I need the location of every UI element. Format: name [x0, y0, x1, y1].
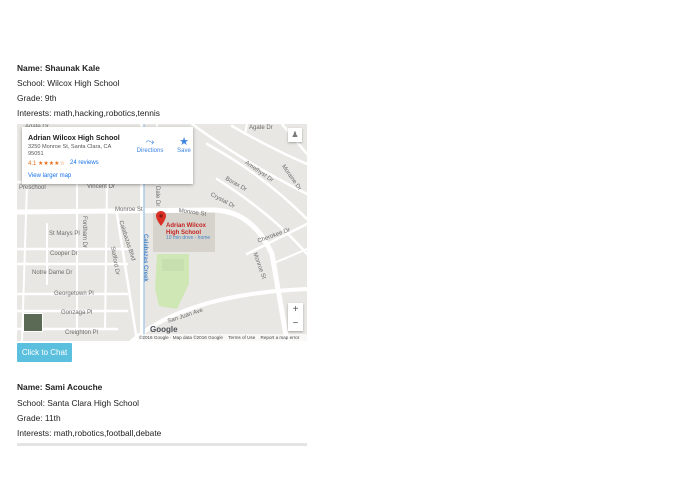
- directions-icon: ⤳: [145, 136, 155, 148]
- road-label: St Marys Pl: [49, 231, 80, 237]
- student-1-name: Name: Shaunak Kale: [17, 63, 100, 74]
- road-label: Dale Dr: [154, 186, 160, 207]
- click-to-chat-button[interactable]: Click to Chat: [17, 343, 72, 362]
- road-label: Creighton Pl: [65, 330, 99, 336]
- marker-label-line: Adrian Wilcox: [166, 223, 206, 229]
- save-button[interactable]: ★ Save: [169, 136, 199, 154]
- creek-label: Calabazas Creek: [142, 234, 148, 282]
- star-icon: ★★★★☆: [38, 161, 65, 167]
- road-label: Notre Dame Dr: [32, 270, 73, 276]
- road-label: Gonzaga Pl: [61, 310, 93, 316]
- student-name: Sami Acouche: [44, 382, 103, 392]
- embedded-map[interactable]: Agate Dr Agate Dr Amethyst Dr Borax Dr C…: [17, 124, 307, 341]
- name-label: Name:: [17, 63, 43, 73]
- student-1-interests: Interests: math,hacking,robotics,tennis: [17, 108, 160, 118]
- student-1-school: School: Wilcox High School: [17, 78, 120, 88]
- student-2-interests: Interests: math,robotics,football,debate: [17, 428, 162, 438]
- embedded-map-2[interactable]: [17, 443, 307, 446]
- rating-value: 4.1: [28, 161, 37, 167]
- road-label: Georgetown Pl: [54, 291, 94, 297]
- terms-link[interactable]: Terms of Use: [228, 335, 255, 340]
- place-rating: 4.1 ★★★★☆: [28, 160, 65, 167]
- satellite-thumbnail[interactable]: [23, 313, 43, 332]
- road-label: Agate Dr: [249, 125, 273, 131]
- name-label: Name:: [17, 382, 43, 392]
- student-name: Shaunak Kale: [44, 63, 100, 73]
- zoom-out-button[interactable]: −: [288, 317, 303, 331]
- student-2-name: Name: Sami Acouche: [17, 382, 102, 393]
- student-1-grade: Grade: 9th: [17, 93, 57, 103]
- reviews-link[interactable]: 24 reviews: [70, 160, 99, 166]
- directions-button[interactable]: ⤳ Directions: [135, 136, 165, 154]
- road-label: Fordham Dr: [81, 216, 87, 249]
- road-label: Preschool: [19, 185, 46, 191]
- place-card: Adrian Wilcox High School 3250 Monroe St…: [22, 127, 193, 184]
- place-name: Adrian Wilcox High School: [28, 133, 120, 142]
- directions-label: Directions: [136, 148, 164, 154]
- map-marker-icon[interactable]: [156, 211, 166, 226]
- map-attribution: ©2016 Google · Map data ©2016 Google Ter…: [135, 334, 307, 341]
- google-logo: Google: [150, 325, 178, 334]
- attribution-text: ©2016 Google · Map data ©2016 Google: [139, 335, 223, 340]
- student-2-grade: Grade: 11th: [17, 413, 61, 423]
- place-address: 3250 Monroe St, Santa Clara, CA 95051: [28, 144, 112, 157]
- pegman-icon[interactable]: ♟: [288, 128, 302, 142]
- zoom-control: + −: [288, 303, 303, 331]
- view-larger-map-link[interactable]: View larger map: [28, 173, 71, 179]
- zoom-in-button[interactable]: +: [288, 303, 303, 317]
- star-icon: ★: [179, 136, 189, 148]
- road-label: Monroe St: [115, 207, 143, 213]
- road-label: Cooper Dr: [50, 251, 78, 257]
- report-link[interactable]: Report a map error: [261, 335, 300, 340]
- student-2-school: School: Santa Clara High School: [17, 398, 139, 408]
- save-label: Save: [177, 148, 191, 154]
- road-label: Vincent Dr: [87, 184, 115, 190]
- marker-drive-time: 10 min drive - home: [166, 235, 211, 241]
